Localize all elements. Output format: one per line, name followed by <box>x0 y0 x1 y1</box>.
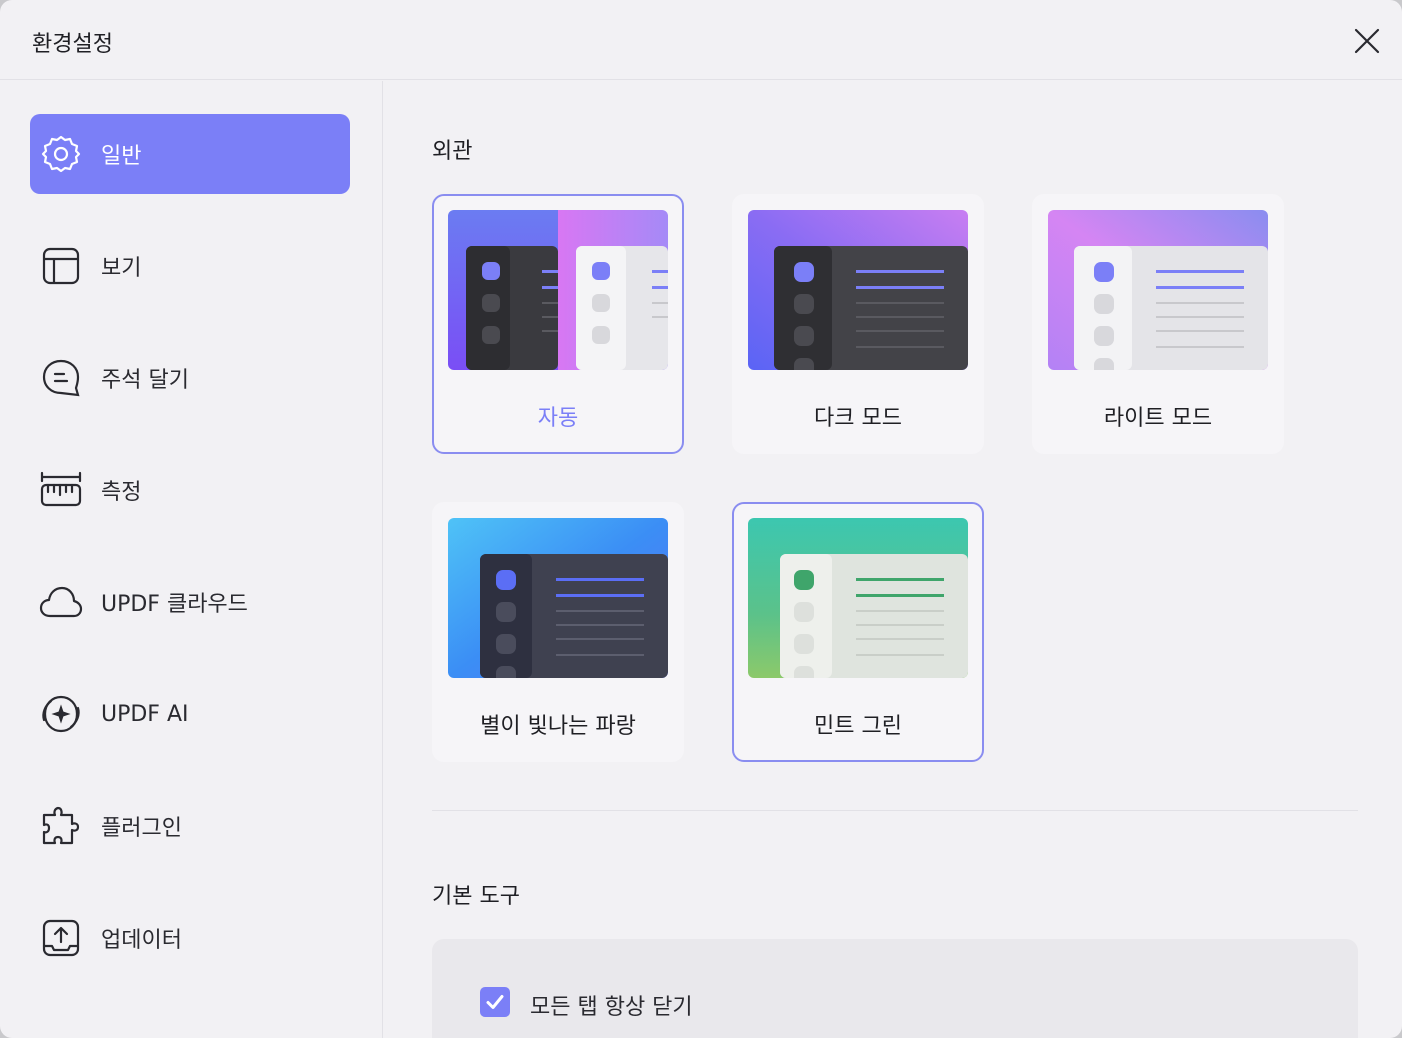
theme-card-mint-green[interactable]: 민트 그린 <box>732 502 984 762</box>
theme-card-dark[interactable]: 다크 모드 <box>732 194 984 454</box>
section-divider <box>432 810 1358 811</box>
sidebar-item-label: 플러그인 <box>101 816 182 841</box>
layout-icon <box>39 244 83 288</box>
sidebar-item-general[interactable]: 일반 <box>30 114 350 194</box>
sidebar-item-plugins[interactable]: 플러그인 <box>30 786 350 866</box>
sidebar-item-cloud[interactable]: UPDF 클라우드 <box>30 562 350 642</box>
sidebar-item-annotate[interactable]: 주석 달기 <box>30 338 350 418</box>
sidebar-item-measure[interactable]: 측정 <box>30 450 350 530</box>
sidebar-item-ai[interactable]: UPDF AI <box>30 674 350 754</box>
ruler-icon <box>39 468 83 512</box>
close-button[interactable] <box>1348 22 1386 60</box>
theme-preview-mint-green <box>748 518 968 678</box>
theme-card-light[interactable]: 라이트 모드 <box>1032 194 1284 454</box>
check-icon <box>486 995 504 1009</box>
theme-preview-starry-blue <box>448 518 668 678</box>
theme-label: 별이 빛나는 파랑 <box>480 714 636 739</box>
ai-sparkle-icon <box>39 692 83 736</box>
sidebar-item-view[interactable]: 보기 <box>30 226 350 306</box>
theme-preview-light <box>1048 210 1268 370</box>
sidebar-item-label: 업데이터 <box>101 928 182 953</box>
appearance-heading: 외관 <box>432 139 473 164</box>
close-all-tabs-checkbox[interactable] <box>480 987 510 1017</box>
sidebar-item-label: UPDF 클라우드 <box>101 592 248 617</box>
basic-tools-panel: 모든 탭 항상 닫기 <box>432 939 1358 1038</box>
basic-tools-heading: 기본 도구 <box>432 884 520 909</box>
theme-preview-auto <box>448 210 668 370</box>
preferences-window: 환경설정 일반 보기 주석 달기 측정 UPDF 클라우드 UPDF AI 플러… <box>0 0 1402 1038</box>
gear-icon <box>39 132 83 176</box>
sidebar-item-label: 보기 <box>101 256 142 281</box>
theme-card-auto[interactable]: 자동 <box>432 194 684 454</box>
content-area: 외관 자동 다크 모드 라이트 모드 별이 빛나는 파랑 민트 그린 기본 도구… <box>384 81 1402 1038</box>
theme-label: 자동 <box>537 406 579 431</box>
sidebar-item-label: 일반 <box>101 144 142 169</box>
close-all-tabs-label: 모든 탭 항상 닫기 <box>530 995 693 1020</box>
theme-label: 다크 모드 <box>814 406 902 431</box>
comment-icon <box>39 356 83 400</box>
theme-label: 민트 그린 <box>814 714 902 739</box>
sidebar: 일반 보기 주석 달기 측정 UPDF 클라우드 UPDF AI 플러그인 업데… <box>0 81 383 1038</box>
cloud-icon <box>39 580 83 624</box>
update-icon <box>39 916 83 960</box>
title-bar: 환경설정 <box>0 0 1402 80</box>
close-icon <box>1354 28 1380 54</box>
window-title: 환경설정 <box>32 32 113 57</box>
sidebar-item-label: 주석 달기 <box>101 368 189 393</box>
theme-card-starry-blue[interactable]: 별이 빛나는 파랑 <box>432 502 684 762</box>
sidebar-item-updater[interactable]: 업데이터 <box>30 898 350 978</box>
theme-label: 라이트 모드 <box>1103 406 1213 431</box>
sidebar-item-label: 측정 <box>101 480 142 505</box>
puzzle-icon <box>39 804 83 848</box>
theme-preview-dark <box>748 210 968 370</box>
sidebar-item-label: UPDF AI <box>101 701 189 727</box>
